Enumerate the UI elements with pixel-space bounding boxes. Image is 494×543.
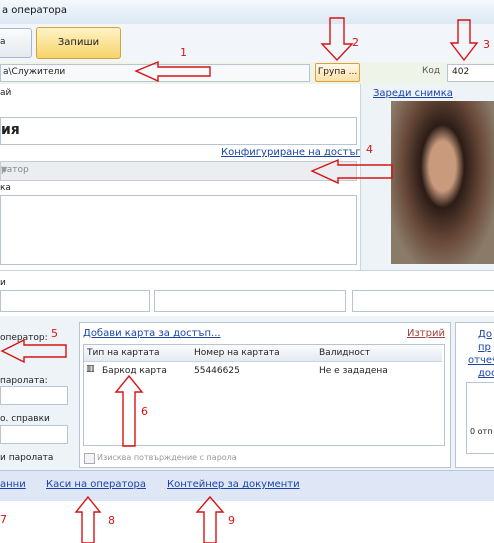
annotation-arrow-8 (74, 495, 102, 543)
annotation-arrow-2 (320, 17, 354, 62)
annotation-label-9: 9 (228, 514, 235, 527)
annotation-label-5: 5 (51, 327, 58, 340)
annotation-arrow-4 (310, 158, 393, 185)
annotation-arrows (0, 17, 479, 543)
annotation-label-3: 3 (483, 38, 490, 51)
annotation-label-2: 2 (352, 36, 359, 49)
annotation-label-8: 8 (108, 514, 115, 527)
annotation-label-1: 1 (180, 46, 187, 59)
annotation-arrow-6 (114, 374, 144, 447)
annotation-label-6: 6 (141, 405, 148, 418)
annotation-arrow-5 (0, 338, 67, 364)
annotation-label-4: 4 (366, 143, 373, 156)
annotation-arrow-1 (134, 60, 211, 83)
annotation-label-7: 7 (0, 513, 7, 526)
annotation-arrow-3 (449, 19, 479, 62)
annotation-arrow-9 (195, 495, 225, 543)
